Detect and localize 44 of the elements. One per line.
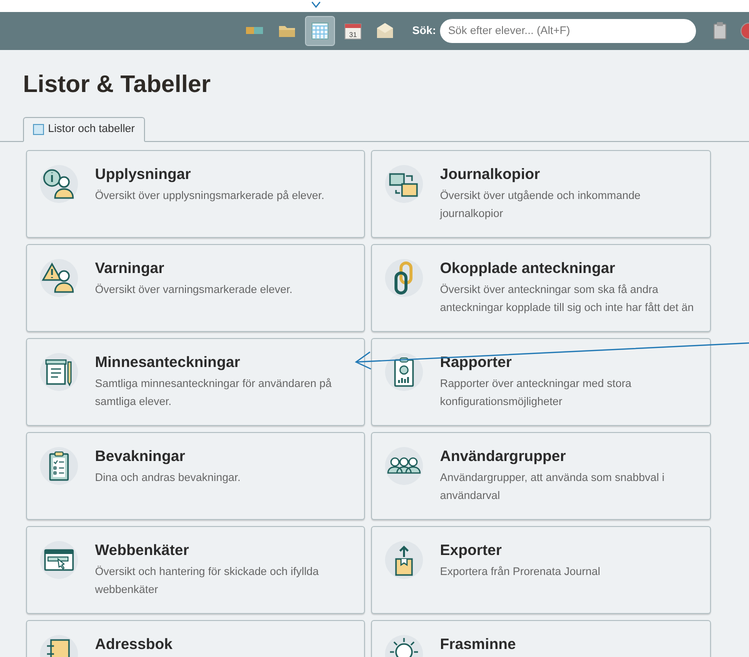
list-card[interactable]: Journalkopior Översikt över utgående och inkommande journalkopior bbox=[371, 150, 711, 238]
card-description: Rapporter över anteckningar med stora konfigurationsmöjligheter bbox=[440, 377, 632, 410]
tab[interactable]: Listor och tabeller bbox=[23, 117, 145, 142]
list-card[interactable]: Frasminne bbox=[371, 620, 711, 657]
stop-icon[interactable] bbox=[739, 22, 749, 40]
card-title: Exporter bbox=[440, 541, 503, 561]
card-title: Användargrupper bbox=[440, 447, 567, 467]
table-icon bbox=[33, 124, 44, 135]
toolbar-button[interactable] bbox=[305, 16, 335, 46]
list-card[interactable]: Bevakningar Dina och andras bevakningar. bbox=[26, 432, 365, 520]
search-field[interactable]: Sök efter elever... (Alt+F) bbox=[440, 19, 696, 43]
search-label: Sök: bbox=[412, 24, 436, 39]
page-title: Listor & Tabeller bbox=[23, 70, 212, 100]
list-card[interactable]: Okopplade anteckningar Översikt över anteckningar som ska få andra anteckningar kopplade till sig och inte har fått det än bbox=[371, 244, 711, 332]
list-card[interactable]: Rapporter Rapporter över anteckningar med stora konfigurationsmöjligheter bbox=[371, 338, 711, 426]
card-title: Adressbok bbox=[95, 635, 173, 655]
card-title: Frasminne bbox=[440, 635, 516, 655]
list-card[interactable]: Exporter Exportera från Prorenata Journal bbox=[371, 526, 711, 614]
card-description: Användargrupper, att använda som snabbval i användarval bbox=[440, 471, 666, 504]
card-title: Varningar bbox=[95, 259, 166, 279]
list-card[interactable]: Användargrupper Användargrupper, att använda som snabbval i användarval bbox=[371, 432, 711, 520]
card-description: Översikt över upplysningsmarkerade på elever. bbox=[95, 188, 324, 204]
envelope-icon bbox=[375, 21, 396, 41]
card-title: Minnesanteckningar bbox=[95, 353, 242, 373]
card-description: Samtliga minnesanteckningar för användaren på samtliga elever. bbox=[95, 377, 333, 410]
card-title: Rapporter bbox=[440, 353, 513, 373]
card-description: Exportera från Prorenata Journal bbox=[440, 565, 600, 580]
card-description: Dina och andras bevakningar. bbox=[95, 471, 241, 486]
card-description: Översikt och hantering för skickade och ifyllda webbenkäter bbox=[95, 564, 320, 598]
table-icon bbox=[310, 21, 330, 41]
list-card[interactable]: Minnesanteckningar Samtliga minnesanteckningar för användaren på samtliga elever. bbox=[26, 338, 365, 426]
card-description: Översikt över utgående och inkommande journalkopior bbox=[440, 188, 642, 222]
card-description: Översikt över varningsmarkerade elever. bbox=[95, 282, 292, 298]
list-card[interactable]: Varningar Översikt över varningsmarkerade elever. bbox=[26, 244, 365, 332]
card-title: Okopplade anteckningar bbox=[440, 259, 616, 279]
list-card[interactable]: Adressbok bbox=[26, 620, 365, 657]
list-card[interactable]: Upplysningar Översikt över upplysningsmarkerade på elever. bbox=[26, 150, 365, 238]
list-card[interactable]: Webbenkäter Översikt och hantering för skickade och ifyllda webbenkäter bbox=[26, 526, 365, 614]
clipboard-icon[interactable] bbox=[713, 22, 727, 40]
card-title: Webbenkäter bbox=[95, 541, 190, 561]
card-title: Bevakningar bbox=[95, 447, 186, 467]
card-title: Upplysningar bbox=[95, 165, 192, 185]
card-description: Översikt över anteckningar som ska få andra anteckningar kopplade till sig och inte har fått det än bbox=[440, 282, 695, 316]
card-title: Journalkopior bbox=[440, 165, 542, 185]
